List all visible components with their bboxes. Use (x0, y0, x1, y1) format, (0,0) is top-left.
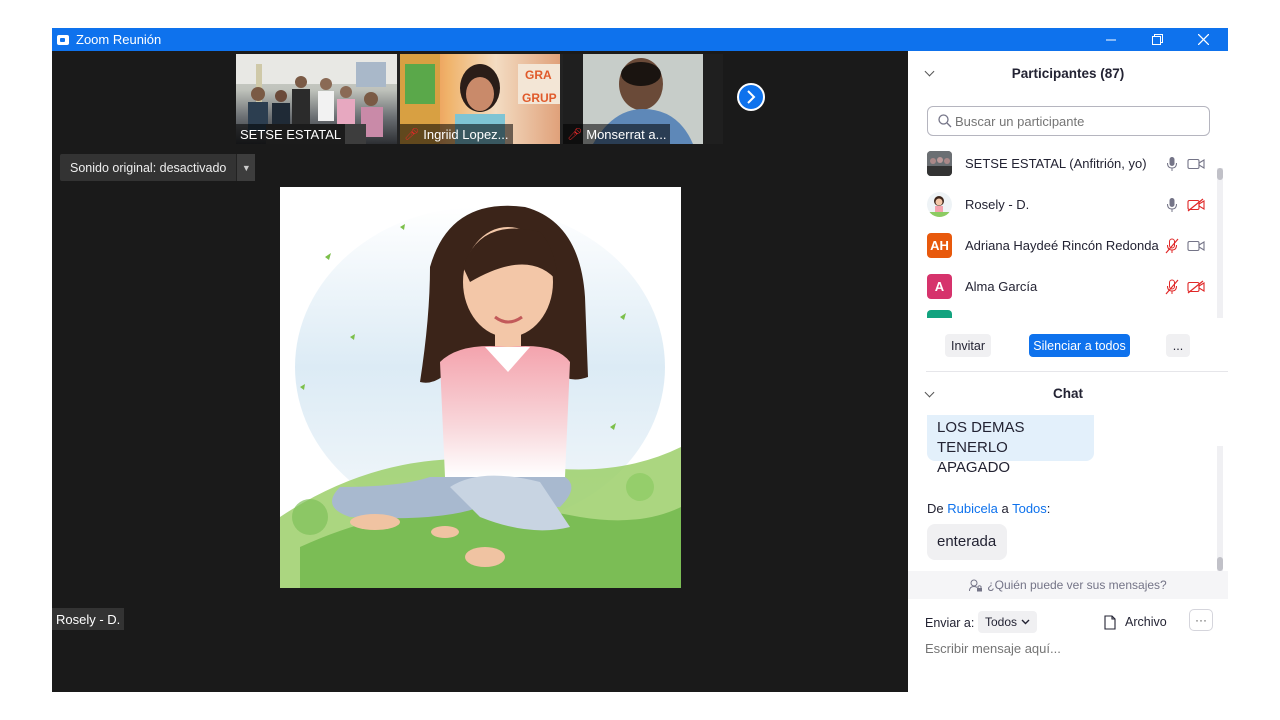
chat-message-sender: De Rubicela a Todos: (927, 501, 1051, 516)
next-page-button[interactable] (737, 83, 765, 111)
close-button[interactable] (1180, 28, 1226, 51)
mute-all-button[interactable]: Silenciar a todos (1029, 334, 1130, 357)
mic-muted-icon[interactable] (1165, 238, 1179, 254)
video-camera-icon[interactable] (1187, 239, 1205, 253)
chat-header: Chat (908, 373, 1228, 413)
group-photo-icon (927, 151, 952, 176)
thumbnail-ingriid-lopez[interactable]: GRA GRUP 🎤︎ Ingriid Lopez... (400, 54, 560, 144)
participant-search[interactable] (927, 106, 1210, 136)
thumbnail-setse-estatal[interactable]: SETSE ESTATAL (236, 54, 397, 144)
send-to-row: Enviar a: Todos Archivo ··· (908, 607, 1228, 635)
participant-actions: Invitar Silenciar a todos ... (908, 334, 1228, 358)
participant-scroll-thumb[interactable] (1217, 168, 1223, 180)
mic-icon[interactable] (1166, 197, 1178, 213)
active-speaker-video (280, 187, 681, 588)
chat-message-input[interactable] (925, 641, 1215, 656)
original-sound-button[interactable]: Sonido original: desactivado ▼ (60, 154, 256, 181)
zoom-app-icon (57, 34, 69, 45)
participant-row[interactable]: SETSE ESTATAL (Anfitrión, yo) (908, 143, 1218, 184)
mic-icon[interactable] (1166, 156, 1178, 172)
svg-text:GRUP: GRUP (522, 91, 557, 105)
chevron-down-icon (1021, 619, 1030, 625)
person-lock-icon (969, 579, 983, 591)
zoom-window: Zoom Reunión SETSE ESTATAL GRA GRUP 🎤︎ I… (52, 28, 1228, 692)
participant-list: SETSE ESTATAL (Anfitrión, yo) Rosely - D… (908, 143, 1218, 318)
participant-row[interactable]: A Alma García (908, 266, 1218, 307)
chat-scrollbar[interactable] (1217, 446, 1223, 572)
video-camera-icon[interactable] (1187, 157, 1205, 171)
chat-title: Chat (1053, 385, 1083, 401)
restore-icon (1151, 34, 1163, 45)
search-input[interactable] (955, 113, 1195, 129)
side-panel: Participantes (87) SETSE ESTATAL (Anfitr… (908, 51, 1228, 692)
profile-picture-icon (927, 196, 952, 217)
video-off-icon[interactable] (1187, 280, 1205, 294)
participants-header: Participantes (87) (908, 51, 1228, 95)
video-off-icon[interactable] (1187, 198, 1205, 212)
muted-mic-icon: 🎤︎ (404, 127, 420, 141)
chevron-down-icon[interactable] (924, 66, 935, 77)
participant-name: Alma García (965, 279, 1038, 294)
chevron-down-icon[interactable] (924, 387, 935, 398)
file-button[interactable]: Archivo (1104, 611, 1167, 633)
close-icon (1197, 34, 1209, 45)
mic-muted-icon[interactable] (1165, 279, 1179, 295)
send-to-dropdown[interactable]: Todos (978, 611, 1038, 633)
original-sound-label[interactable]: Sonido original: desactivado (60, 154, 237, 181)
title-bar: Zoom Reunión (52, 28, 1228, 51)
avatar (927, 310, 952, 318)
restore-button[interactable] (1134, 28, 1180, 51)
participants-title: Participantes (87) (1011, 65, 1125, 81)
invite-button[interactable]: Invitar (945, 334, 991, 357)
video-area: SETSE ESTATAL GRA GRUP 🎤︎ Ingriid Lopez..… (52, 51, 908, 692)
who-can-see-messages[interactable]: ¿Quién puede ver sus mensajes? (908, 571, 1228, 599)
thumbnail-name-label: 🎤︎ Monserrat a... (563, 124, 671, 144)
more-options-button[interactable]: ... (1166, 334, 1190, 357)
avatar: AH (927, 233, 952, 258)
participant-row[interactable]: AH Adriana Haydeé Rincón Redonda (908, 225, 1218, 266)
divider (926, 371, 1228, 372)
chat-scroll-thumb[interactable] (1217, 557, 1223, 571)
avatar: A (927, 274, 952, 299)
thumbnail-monserrat[interactable]: 🎤︎ Monserrat a... (563, 54, 723, 144)
chat-more-button[interactable]: ··· (1189, 609, 1213, 631)
window-title: Zoom Reunión (76, 32, 162, 47)
minimize-button[interactable] (1088, 28, 1134, 51)
participant-scrollbar[interactable] (1217, 168, 1223, 318)
active-speaker-name: Rosely - D. (52, 608, 125, 630)
participant-name: SETSE ESTATAL (Anfitrión, yo) (965, 156, 1147, 171)
sender-link[interactable]: Rubicela (947, 501, 998, 516)
chat-message-bubble: enterada (927, 524, 1007, 560)
thumbnail-name-label: SETSE ESTATAL (236, 124, 346, 144)
chat-message-bubble: LOS DEMAS TENERLO APAGADO (927, 415, 1094, 476)
recipient-link[interactable]: Todos (1012, 501, 1047, 516)
thumbnail-name-label: 🎤︎ Ingriid Lopez... (400, 124, 513, 144)
participant-name: Adriana Haydeé Rincón Redonda (965, 238, 1159, 253)
minimize-icon (1105, 39, 1116, 41)
svg-text:GRA: GRA (525, 68, 552, 82)
send-to-label: Enviar a: (925, 616, 975, 630)
profile-picture-illustration (280, 187, 681, 588)
chevron-right-icon (747, 90, 756, 104)
avatar (927, 151, 952, 176)
muted-mic-icon: 🎤︎ (567, 127, 583, 141)
search-icon (938, 114, 952, 128)
file-icon (1104, 614, 1116, 630)
participant-row[interactable]: Rosely - D. (908, 184, 1218, 225)
caret-down-icon[interactable]: ▼ (236, 154, 256, 181)
participant-name: Rosely - D. (965, 197, 1030, 212)
avatar (927, 192, 952, 217)
